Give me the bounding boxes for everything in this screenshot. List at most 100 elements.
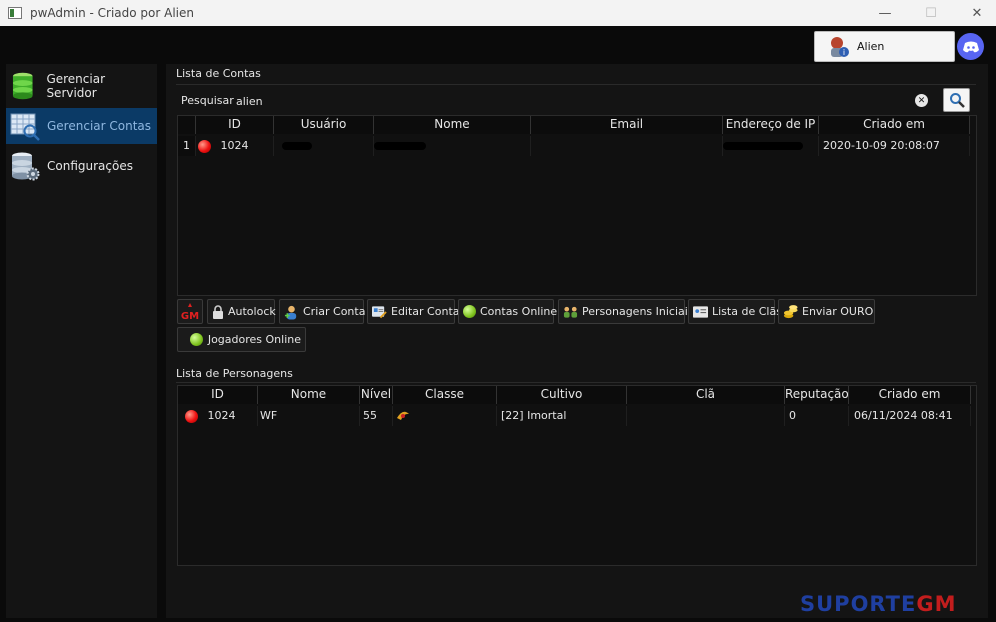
redacted-mark [723, 142, 803, 150]
editar-conta-label: Editar Conta [391, 305, 460, 318]
gm-label: GM [181, 311, 199, 321]
maximize-button[interactable]: ☐ [908, 0, 954, 26]
characters-icon [563, 304, 578, 319]
close-button[interactable]: ✕ [954, 0, 996, 26]
lock-icon [212, 304, 224, 319]
accounts-grid-icon [10, 113, 40, 141]
divider [176, 382, 976, 383]
account-created-cell: 2020-10-09 20:08:07 [819, 136, 970, 156]
column-header[interactable]: Cultivo [497, 386, 627, 404]
minimize-button[interactable]: — [862, 0, 908, 26]
offline-status-icon [185, 409, 198, 423]
column-header[interactable]: Criado em [849, 386, 971, 404]
column-header[interactable]: Nome [374, 116, 531, 134]
discord-icon [962, 41, 979, 52]
sidebar-item-label: Configurações [47, 159, 133, 173]
sidebar-item-configuracoes[interactable]: Configurações [6, 148, 157, 184]
redacted-mark [374, 142, 426, 150]
lista-de-clas-label: Lista de Clãs [712, 305, 782, 318]
account-username-cell [274, 136, 374, 156]
column-header[interactable]: Nome [258, 386, 360, 404]
user-name: Alien [857, 40, 885, 53]
account-id-cell: 1024 [196, 136, 274, 156]
green-dot-icon [190, 332, 204, 347]
column-header[interactable]: ID [196, 116, 274, 134]
app-icon [8, 7, 22, 19]
search-button[interactable] [943, 88, 970, 112]
character-clan [627, 406, 785, 426]
character-cultivation: [22] Imortal [497, 406, 627, 426]
divider [176, 84, 976, 85]
sidebar-item-gerenciar-servidor[interactable]: Gerenciar Servidor [6, 68, 157, 104]
character-id-cell: 1024 [178, 406, 258, 426]
character-created: 06/11/2024 08:41 [849, 406, 971, 426]
autolock-button[interactable]: Autolock [207, 299, 276, 324]
sidebar-item-label: Gerenciar Contas [47, 119, 152, 133]
personagens-iniciais-label: Personagens Iniciais [582, 305, 694, 318]
sidebar-item-gerenciar-contas[interactable]: Gerenciar Contas [6, 108, 157, 144]
column-header[interactable]: Endereço de IP [723, 116, 819, 134]
column-header[interactable]: Reputação [785, 386, 849, 404]
add-user-icon [284, 304, 299, 319]
row-header-corner [178, 116, 196, 134]
watermark-accent: GM [916, 592, 957, 616]
sidebar-item-label: Gerenciar Servidor [46, 72, 105, 100]
criar-conta-button[interactable]: Criar Conta [279, 299, 366, 324]
contas-online-button[interactable]: Contas Online [458, 299, 558, 324]
column-header[interactable]: ID [178, 386, 258, 404]
column-header[interactable]: Nível [360, 386, 393, 404]
database-icon [12, 72, 33, 100]
search-input[interactable] [232, 90, 937, 112]
sidebar: Gerenciar Servidor Gerenciar Contas Conf… [6, 64, 157, 618]
gold-coins-icon [783, 304, 798, 319]
window-titlebar: pwAdmin - Criado por Alien — ☐ ✕ [0, 0, 996, 26]
enviar-ouro-label: Enviar OURO [802, 305, 874, 318]
database-gear-icon [12, 152, 40, 181]
contas-online-label: Contas Online [480, 305, 558, 318]
column-header[interactable]: Criado em [819, 116, 970, 134]
account-ip-cell [723, 136, 819, 156]
enviar-ouro-button[interactable]: Enviar OURO [778, 299, 875, 324]
column-header[interactable]: Classe [393, 386, 497, 404]
table-row[interactable]: 1 1024 2020-10-09 20:08:07 [178, 136, 970, 156]
criar-conta-label: Criar Conta [303, 305, 366, 318]
table-row[interactable]: 1024 WF 55 [22] Imortal 0 06/11/2024 08:… [178, 406, 971, 426]
search-icon [949, 93, 965, 108]
accounts-table: ID Usuário Nome Email Endereço de IP Cri… [177, 115, 977, 296]
gm-icon: GM [181, 302, 199, 321]
character-reputation: 0 [785, 406, 849, 426]
watermark-text: SUPORTE [800, 592, 917, 616]
user-avatar-icon: i [831, 36, 849, 57]
row-number: 1 [178, 136, 196, 156]
column-header[interactable]: Email [531, 116, 723, 134]
character-class-cell [393, 406, 497, 426]
character-id: 1024 [207, 409, 236, 422]
accounts-table-header: ID Usuário Nome Email Endereço de IP Cri… [178, 116, 970, 134]
gm-button[interactable]: GM [177, 299, 203, 324]
clear-search-icon[interactable]: ✕ [915, 94, 928, 107]
svg-text:i: i [843, 48, 845, 57]
characters-table: ID Nome Nível Classe Cultivo Clã Reputaç… [177, 385, 977, 566]
accounts-section-label: Lista de Contas [176, 67, 261, 80]
id-card-icon [693, 304, 708, 319]
character-level: 55 [360, 406, 393, 426]
account-id: 1024 [220, 139, 249, 152]
editar-conta-button[interactable]: Editar Conta [367, 299, 460, 324]
search-label: Pesquisar [181, 94, 234, 107]
column-header[interactable]: Clã [627, 386, 785, 404]
column-header[interactable]: Usuário [274, 116, 374, 134]
offline-status-icon [198, 139, 211, 153]
characters-table-header: ID Nome Nível Classe Cultivo Clã Reputaç… [178, 386, 971, 404]
class-emblem-icon [397, 411, 409, 420]
discord-button[interactable] [957, 33, 984, 60]
window-title: pwAdmin - Criado por Alien [30, 6, 194, 20]
account-email-cell [531, 136, 723, 156]
autolock-label: Autolock [228, 305, 276, 318]
green-dot-icon [463, 304, 476, 319]
lista-de-clas-button[interactable]: Lista de Clãs [688, 299, 782, 324]
personagens-iniciais-button[interactable]: Personagens Iniciais [558, 299, 694, 324]
user-button[interactable]: i Alien [814, 31, 955, 62]
jogadores-online-button[interactable]: Jogadores Online [177, 327, 306, 352]
jogadores-online-label: Jogadores Online [207, 333, 301, 346]
redacted-mark [282, 142, 312, 150]
